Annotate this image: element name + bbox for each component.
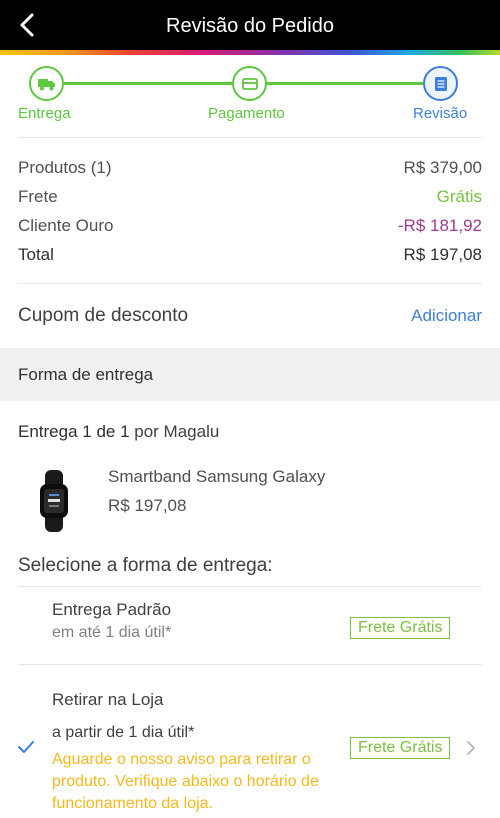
summary-products-row: Produtos (1) R$ 379,00 xyxy=(18,156,482,180)
delivery-section-header: Forma de entrega xyxy=(0,348,500,401)
pickup-notice: Aguarde o nosso aviso para retirar o pro… xyxy=(52,751,319,812)
divider xyxy=(18,586,482,587)
chevron-right-icon xyxy=(467,741,475,755)
step-label-entrega: Entrega xyxy=(18,105,71,122)
delivery-seller: por Magalu xyxy=(129,422,220,441)
total-value: R$ 197,08 xyxy=(403,245,482,264)
step-label-pagamento: Pagamento xyxy=(208,105,285,122)
checkmark-icon xyxy=(18,741,34,753)
add-coupon-link[interactable]: Adicionar xyxy=(411,306,482,326)
option-subtitle: em até 1 dia útil* xyxy=(52,624,172,641)
shipping-value: Grátis xyxy=(436,187,482,206)
document-icon xyxy=(434,76,447,91)
step-pagamento[interactable] xyxy=(232,66,267,101)
product-price: R$ 197,08 xyxy=(108,496,187,515)
page-title: Revisão do Pedido xyxy=(166,15,334,37)
divider xyxy=(18,137,482,138)
summary-shipping-row: Frete Grátis xyxy=(18,185,482,209)
step-revisao[interactable] xyxy=(423,66,458,101)
free-shipping-badge: Frete Grátis xyxy=(350,737,451,759)
gold-discount-label: Cliente Ouro xyxy=(18,216,114,235)
step-connector xyxy=(64,82,232,85)
delivery-count: Entrega 1 de 1 xyxy=(18,422,130,441)
checkout-stepper: Entrega Pagamento Revisão xyxy=(0,55,500,137)
section-title: Forma de entrega xyxy=(18,365,154,384)
step-label-revisao: Revisão xyxy=(413,105,468,122)
step-entrega[interactable] xyxy=(29,66,64,101)
coupon-label: Cupom de desconto xyxy=(18,305,189,326)
truck-icon xyxy=(37,78,55,90)
product-name: Smartband Samsung Galaxy xyxy=(108,467,326,486)
products-label: Produtos (1) xyxy=(18,158,112,177)
delivery-title: Entrega 1 de 1 por Magalu xyxy=(18,422,219,442)
coupon-row: Cupom de desconto Adicionar xyxy=(18,301,482,331)
card-icon xyxy=(241,77,258,90)
gold-discount-value: -R$ 181,92 xyxy=(397,216,482,235)
divider xyxy=(18,664,482,665)
product-image xyxy=(40,470,68,532)
divider xyxy=(18,283,482,284)
summary-total-row: Total R$ 197,08 xyxy=(18,243,482,267)
delivery-method-title: Selecione a forma de entrega: xyxy=(18,555,273,576)
free-shipping-badge: Frete Grátis xyxy=(350,617,451,639)
top-bar: Revisão do Pedido xyxy=(0,0,500,50)
option-subtitle: a partir de 1 dia útil* xyxy=(52,724,195,741)
option-title: Retirar na Loja xyxy=(52,690,164,709)
option-title: Entrega Padrão xyxy=(52,600,172,619)
products-value: R$ 379,00 xyxy=(403,158,482,177)
shipping-label: Frete xyxy=(18,187,58,206)
summary-gold-row: Cliente Ouro -R$ 181,92 xyxy=(18,214,482,238)
step-connector xyxy=(267,82,423,85)
total-label: Total xyxy=(18,245,54,264)
